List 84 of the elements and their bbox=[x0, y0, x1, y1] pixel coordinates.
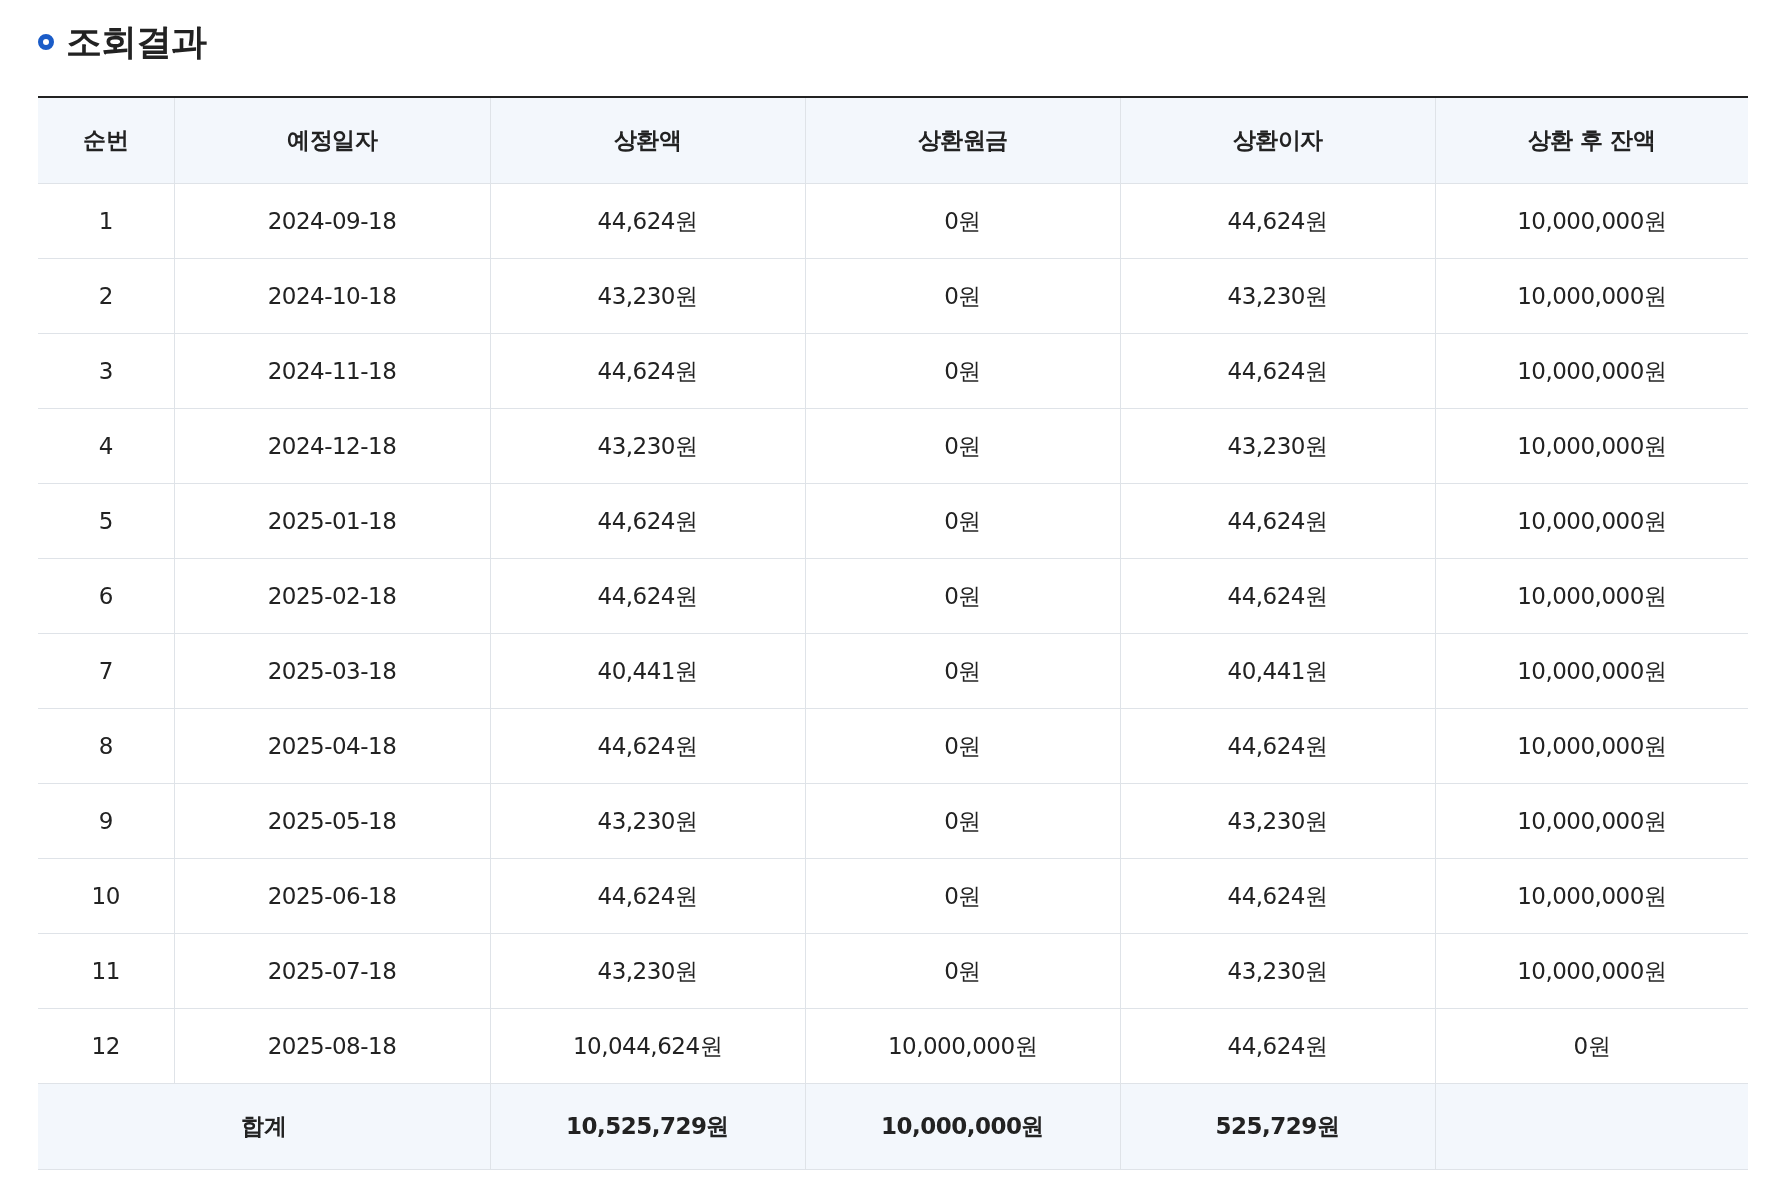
table-cell: 2025-01-18 bbox=[174, 483, 490, 559]
table-cell: 44,624원 bbox=[1120, 1008, 1435, 1084]
table-cell: 0원 bbox=[805, 183, 1120, 259]
table-cell: 2024-09-18 bbox=[174, 183, 490, 259]
table-cell: 10,000,000원 bbox=[1435, 183, 1748, 259]
table-cell: 10 bbox=[38, 858, 174, 934]
column-header: 상환액 bbox=[490, 97, 805, 184]
table-cell: 9 bbox=[38, 783, 174, 859]
table-cell: 43,230원 bbox=[490, 933, 805, 1009]
table-cell: 2 bbox=[38, 258, 174, 334]
table-cell: 0원 bbox=[805, 333, 1120, 409]
table-cell: 0원 bbox=[805, 408, 1120, 484]
table-cell: 10,000,000원 bbox=[1435, 258, 1748, 334]
table-cell: 0원 bbox=[805, 858, 1120, 934]
table-cell: 10,000,000원 bbox=[1435, 408, 1748, 484]
table-cell: 44,624원 bbox=[1120, 483, 1435, 559]
table-cell: 44,624원 bbox=[490, 183, 805, 259]
table-cell: 2025-06-18 bbox=[174, 858, 490, 934]
table-cell: 10,044,624원 bbox=[490, 1008, 805, 1084]
table-cell: 43,230원 bbox=[1120, 258, 1435, 334]
table-cell: 44,624원 bbox=[490, 483, 805, 559]
table-cell: 2024-10-18 bbox=[174, 258, 490, 334]
table-cell: 10,000,000원 bbox=[1435, 933, 1748, 1009]
table-cell: 43,230원 bbox=[490, 258, 805, 334]
table-cell: 10,000,000원 bbox=[1435, 333, 1748, 409]
table-cell: 44,624원 bbox=[1120, 708, 1435, 784]
table-cell: 2025-07-18 bbox=[174, 933, 490, 1009]
table-cell: 6 bbox=[38, 558, 174, 634]
table-cell: 10,000,000원 bbox=[1435, 558, 1748, 634]
table-cell: 12 bbox=[38, 1008, 174, 1084]
table-cell: 44,624원 bbox=[1120, 183, 1435, 259]
table-cell: 10,000,000원 bbox=[1435, 483, 1748, 559]
table-cell: 44,624원 bbox=[1120, 858, 1435, 934]
table-cell: 43,230원 bbox=[1120, 783, 1435, 859]
table-cell: 1 bbox=[38, 183, 174, 259]
table-cell: 43,230원 bbox=[1120, 933, 1435, 1009]
table-cell: 0원 bbox=[1435, 1008, 1748, 1084]
column-header: 상환 후 잔액 bbox=[1435, 97, 1748, 184]
table-cell: 7 bbox=[38, 633, 174, 709]
table-cell: 2025-03-18 bbox=[174, 633, 490, 709]
table-cell: 0원 bbox=[805, 558, 1120, 634]
table-cell: 10,000,000원 bbox=[805, 1008, 1120, 1084]
table-cell: 44,624원 bbox=[490, 708, 805, 784]
table-cell: 2025-05-18 bbox=[174, 783, 490, 859]
total-label: 합계 bbox=[38, 1083, 490, 1170]
table-cell: 2025-08-18 bbox=[174, 1008, 490, 1084]
table-cell: 0원 bbox=[805, 633, 1120, 709]
table-cell: 0원 bbox=[805, 933, 1120, 1009]
table-cell: 10,000,000원 bbox=[1435, 633, 1748, 709]
column-header: 예정일자 bbox=[174, 97, 490, 184]
table-cell: 2025-04-18 bbox=[174, 708, 490, 784]
table-cell: 44,624원 bbox=[1120, 333, 1435, 409]
table-cell: 0원 bbox=[805, 483, 1120, 559]
total-cell: 10,525,729원 bbox=[490, 1083, 805, 1170]
table-cell: 5 bbox=[38, 483, 174, 559]
table-cell: 43,230원 bbox=[490, 408, 805, 484]
table-cell: 2024-11-18 bbox=[174, 333, 490, 409]
table-cell: 10,000,000원 bbox=[1435, 783, 1748, 859]
column-header: 상환이자 bbox=[1120, 97, 1435, 184]
table-cell: 4 bbox=[38, 408, 174, 484]
table-cell: 3 bbox=[38, 333, 174, 409]
table-cell: 2025-02-18 bbox=[174, 558, 490, 634]
table-cell: 40,441원 bbox=[490, 633, 805, 709]
column-header: 상환원금 bbox=[805, 97, 1120, 184]
table-cell: 2024-12-18 bbox=[174, 408, 490, 484]
table-cell: 44,624원 bbox=[490, 333, 805, 409]
total-cell: 525,729원 bbox=[1120, 1083, 1435, 1170]
section-title: 조회결과 bbox=[66, 19, 206, 64]
table-cell: 44,624원 bbox=[490, 558, 805, 634]
table-cell: 0원 bbox=[805, 708, 1120, 784]
table-cell: 44,624원 bbox=[490, 858, 805, 934]
table-cell: 11 bbox=[38, 933, 174, 1009]
table-cell: 0원 bbox=[805, 783, 1120, 859]
table-cell: 10,000,000원 bbox=[1435, 708, 1748, 784]
table-cell: 10,000,000원 bbox=[1435, 858, 1748, 934]
table-cell: 0원 bbox=[805, 258, 1120, 334]
table-cell: 8 bbox=[38, 708, 174, 784]
table-cell: 40,441원 bbox=[1120, 633, 1435, 709]
column-header: 순번 bbox=[38, 97, 174, 184]
ring-icon bbox=[38, 34, 54, 50]
table-cell: 43,230원 bbox=[490, 783, 805, 859]
table-cell: 43,230원 bbox=[1120, 408, 1435, 484]
table-cell: 44,624원 bbox=[1120, 558, 1435, 634]
total-cell: 10,000,000원 bbox=[805, 1083, 1120, 1170]
